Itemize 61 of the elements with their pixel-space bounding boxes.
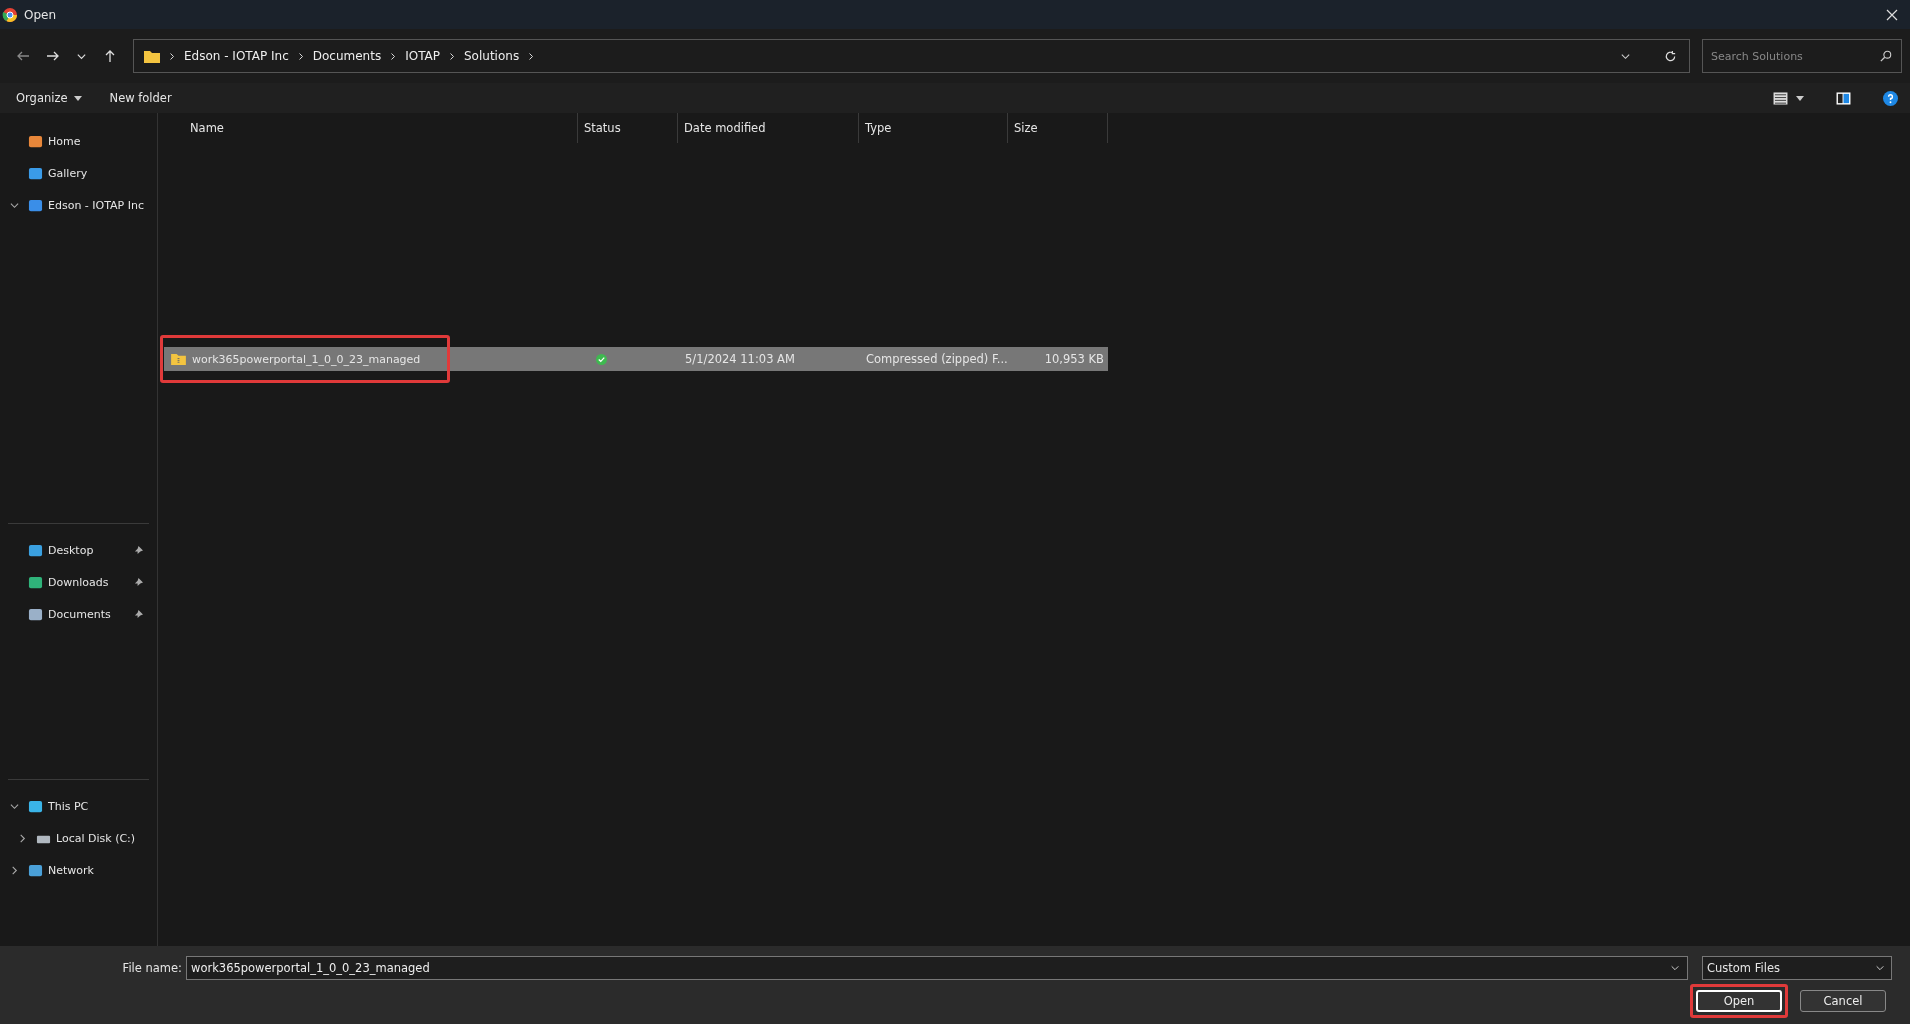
sidebar-item[interactable]: Network bbox=[0, 854, 149, 886]
breadcrumb-item[interactable]: Documents bbox=[312, 49, 382, 63]
sidebar-item[interactable]: Documents bbox=[0, 598, 149, 630]
chevron-right-icon[interactable] bbox=[390, 51, 397, 61]
sidebar-item[interactable]: Home bbox=[0, 125, 157, 157]
expand-chevron-icon[interactable] bbox=[10, 865, 19, 875]
pin-icon[interactable] bbox=[134, 609, 143, 619]
file-name-field[interactable]: work365powerportal_1_0_0_23_managed bbox=[186, 956, 1688, 980]
organize-button[interactable]: Organize bbox=[6, 87, 92, 109]
table-cell-text: 10,953 KB bbox=[1043, 352, 1105, 366]
search-icon bbox=[1880, 50, 1892, 62]
chevron-right-icon[interactable] bbox=[528, 51, 535, 61]
sidebar-item[interactable]: This PC bbox=[0, 790, 149, 822]
window-title: Open bbox=[24, 7, 57, 22]
forward-arrow-icon[interactable] bbox=[46, 49, 60, 63]
expand-chevron-icon[interactable] bbox=[10, 801, 19, 811]
help-icon[interactable] bbox=[1883, 90, 1898, 106]
sidebar-item[interactable]: Edson - IOTAP Inc bbox=[0, 189, 157, 221]
pin-icon[interactable] bbox=[134, 545, 143, 555]
zip-folder-icon bbox=[171, 353, 186, 365]
breadcrumb-item[interactable]: Edson - IOTAP Inc bbox=[184, 49, 289, 63]
chevron-right-icon bbox=[169, 51, 175, 61]
column-header[interactable]: Name bbox=[158, 113, 578, 143]
column-header[interactable]: Size bbox=[1008, 113, 1108, 143]
address-bar[interactable]: Edson - IOTAP Inc Documents IOTAP Solutions bbox=[133, 39, 1690, 73]
expand-chevron-icon[interactable] bbox=[10, 200, 19, 210]
table-cell-text: 5/1/2024 11:03 AM bbox=[684, 352, 796, 366]
pin-icon[interactable] bbox=[134, 577, 143, 587]
breadcrumb-item[interactable]: IOTAP bbox=[405, 49, 440, 63]
chevron-right-icon[interactable] bbox=[449, 51, 455, 61]
list-view-icon[interactable] bbox=[1773, 91, 1788, 105]
table-cell-text: Compressed (zipped) F... bbox=[865, 352, 1008, 366]
caret-icon bbox=[73, 95, 82, 101]
file-row[interactable]: work365powerportal_1_0_0_23_managed 5/1/2024 11:03 AM Compressed (zipped) F... 10,953 KB bbox=[164, 347, 1108, 371]
file-name: work365powerportal_1_0_0_23_managed bbox=[192, 352, 421, 366]
sidebar-item[interactable]: Desktop bbox=[0, 534, 149, 566]
browser-logo-icon bbox=[2, 6, 18, 23]
search-field[interactable]: Search Solutions bbox=[1702, 39, 1902, 73]
expand-chevron-icon[interactable] bbox=[18, 833, 27, 843]
folder-icon bbox=[144, 49, 160, 63]
cancel-button[interactable]: Cancel bbox=[1800, 990, 1886, 1012]
sidebar-item[interactable]: Gallery bbox=[0, 157, 157, 189]
close-icon[interactable] bbox=[1886, 8, 1898, 21]
column-header[interactable]: Type bbox=[859, 113, 1008, 143]
file-type-dropdown[interactable]: Custom Files bbox=[1702, 956, 1892, 980]
back-arrow-icon[interactable] bbox=[16, 49, 30, 63]
refresh-icon[interactable] bbox=[1664, 49, 1677, 63]
chevron-right-icon[interactable] bbox=[297, 51, 304, 61]
column-header[interactable]: Status bbox=[578, 113, 678, 143]
up-arrow-icon[interactable] bbox=[103, 49, 117, 63]
chevron-down-icon[interactable] bbox=[1670, 963, 1680, 973]
preview-pane-icon[interactable] bbox=[1836, 91, 1851, 105]
new-folder-button[interactable]: New folder bbox=[99, 87, 182, 109]
open-button[interactable]: Open bbox=[1696, 990, 1782, 1012]
file-name-label: File name: bbox=[121, 961, 182, 975]
caret-icon[interactable] bbox=[1796, 95, 1804, 101]
chevron-down-icon bbox=[1875, 963, 1885, 973]
sidebar-item[interactable]: Local Disk (C:) bbox=[0, 822, 149, 854]
breadcrumb-item[interactable]: Solutions bbox=[464, 49, 520, 63]
column-header[interactable]: Date modified bbox=[678, 113, 859, 143]
sidebar-item[interactable]: Downloads bbox=[0, 566, 149, 598]
